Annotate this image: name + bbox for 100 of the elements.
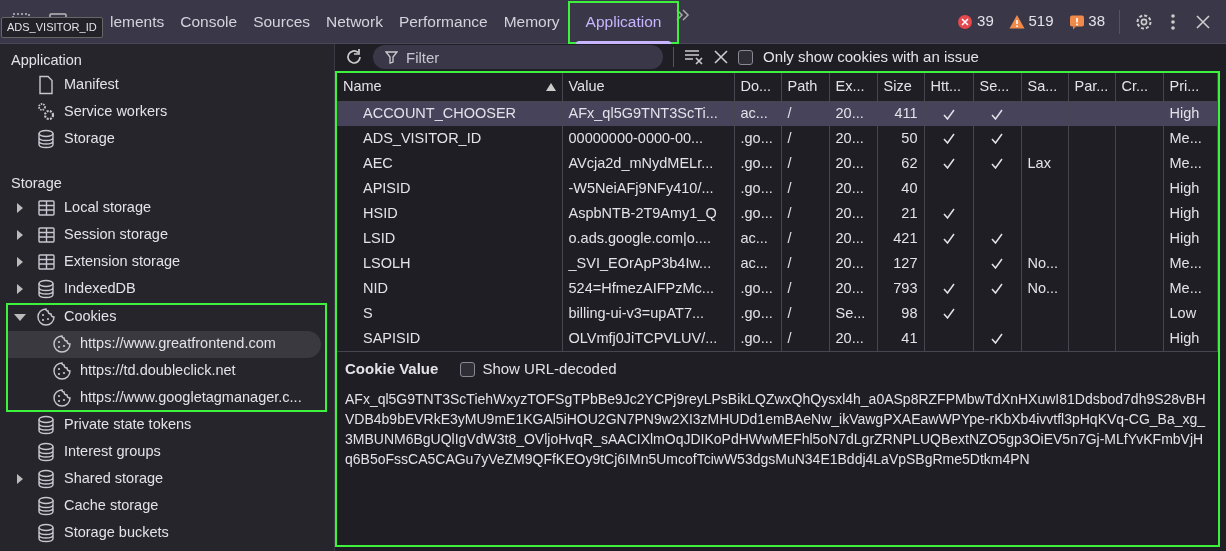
column-header[interactable]: Se...	[973, 73, 1021, 101]
sidebar-item[interactable]: Extension storage	[0, 248, 334, 276]
sidebar-item[interactable]: Session storage	[0, 221, 334, 249]
issue-icon[interactable]	[1068, 13, 1085, 30]
database-icon	[36, 469, 56, 489]
more-tabs-icon[interactable]	[675, 7, 692, 22]
column-header[interactable]: Name	[337, 73, 562, 101]
tab[interactable]: Network	[318, 0, 391, 44]
tab[interactable]: Memory	[495, 0, 568, 44]
table-cell: 524=HfmezAIFPzMc...	[562, 276, 734, 301]
decode-checkbox[interactable]	[459, 361, 475, 377]
sidebar-item[interactable]: Storage buckets	[0, 519, 334, 547]
section-title: Storage	[10, 173, 63, 193]
sort-ascending-icon[interactable]	[545, 82, 556, 91]
column-header[interactable]: Value	[562, 73, 734, 101]
column-header[interactable]: Path	[781, 73, 829, 101]
table-cell: .go...	[734, 326, 781, 351]
sidebar-item[interactable]: Storage	[0, 125, 334, 153]
cookie-icon	[36, 307, 56, 327]
column-header[interactable]: Ex...	[829, 73, 877, 101]
sidebar-item[interactable]: https://www.greatfrontend.com	[6, 330, 321, 358]
more-menu-icon[interactable]	[1170, 12, 1176, 31]
table-cell: 20...	[829, 326, 877, 351]
database-icon	[36, 496, 56, 516]
column-header[interactable]: Sa...	[1021, 73, 1068, 101]
table-row[interactable]: APISID -W5NeiAFj9NFy410/... .go... / 20... 40 High	[337, 176, 1218, 201]
table-cell: SAPISID	[337, 326, 562, 351]
column-header[interactable]: Cr...	[1115, 73, 1163, 101]
sidebar-item[interactable]: Interest groups	[0, 438, 334, 466]
sidebar-item[interactable]: IndexedDB	[0, 275, 334, 303]
table-row[interactable]: LSID o.ads.google.com|o.... ac... / 20... 421 High	[337, 226, 1218, 251]
error-icon[interactable]	[957, 13, 974, 30]
collapse-arrow-icon[interactable]	[14, 311, 26, 323]
clear-all-icon[interactable]	[684, 49, 704, 65]
table-cell: /	[781, 176, 829, 201]
table-cell: .go...	[734, 126, 781, 151]
table-row[interactable]: S billing-ui-v3=upAT7... .go... / Se... 98 Low	[337, 301, 1218, 326]
checkbox-label: Only show cookies with an issue	[763, 46, 979, 67]
sidebar-item[interactable]: https://td.doubleclick.net	[6, 357, 327, 385]
table-row[interactable]: ADS_VISITOR_ID 00000000-0000-00... .go... / 20... 50 Me...	[337, 126, 1218, 151]
sidebar-item[interactable]: Cookies	[6, 303, 327, 331]
sidebar-item[interactable]: Local storage	[0, 194, 334, 222]
table-cell: ACCOUNT_CHOOSER	[337, 101, 562, 126]
tab[interactable]: Application	[567, 0, 680, 44]
table-cell: LSID	[337, 226, 562, 251]
table-row[interactable]: ACCOUNT_CHOOSER AFx_ql5G9TNT3ScTi... ac... / 20... 411 High	[337, 101, 1218, 126]
table-cell: 20...	[829, 151, 877, 176]
tab[interactable]: Sources	[245, 0, 319, 44]
sidebar-item[interactable]: Private state tokens	[0, 411, 334, 439]
issue-checkbox[interactable]	[738, 49, 753, 65]
column-header[interactable]: Par...	[1068, 73, 1115, 101]
table-cell: APISID	[337, 176, 562, 201]
filter-field[interactable]: Filter	[373, 45, 663, 69]
table-cell: 21	[877, 201, 924, 226]
sidebar-item[interactable]: Manifest	[0, 71, 334, 99]
table-cell: 98	[877, 301, 924, 326]
table-cell: Lax	[1021, 151, 1068, 176]
table-cell: .go...	[734, 301, 781, 326]
sidebar-item[interactable]: Shared storage	[0, 465, 334, 493]
table-cell: ac...	[734, 226, 781, 251]
close-icon[interactable]	[1196, 14, 1210, 29]
column-header[interactable]: Do...	[734, 73, 781, 101]
table-row[interactable]: AEC AVcja2d_mNydMELr... .go... / 20... 62 Lax Me...	[337, 151, 1218, 176]
table-cell: 20...	[829, 176, 877, 201]
table-cell: High	[1163, 176, 1218, 201]
filter-icon	[385, 51, 398, 64]
table-cell: Me...	[1163, 151, 1218, 176]
tab[interactable]: Console	[172, 0, 246, 44]
gears-icon	[36, 102, 56, 123]
table-cell: /	[781, 251, 829, 276]
table-cell: High	[1163, 326, 1218, 351]
cookie-icon	[52, 388, 72, 408]
delete-icon[interactable]	[714, 50, 728, 64]
table-cell: AEC	[337, 151, 562, 176]
column-header[interactable]: Pri...	[1163, 73, 1218, 101]
table-cell: 62	[877, 151, 924, 176]
database-icon	[36, 442, 56, 462]
tab[interactable]: Performance	[390, 0, 496, 44]
table-row[interactable]: HSID AspbNTB-2T9Amy1_Q .go... / 20... 21 High	[337, 201, 1218, 226]
panel-title: Cookie Value	[345, 359, 439, 379]
table-row[interactable]: NID 524=HfmezAIFPzMc... .go... / 20... 793 No... Me...	[337, 276, 1218, 301]
sidebar-item[interactable]: Service workers	[0, 98, 334, 126]
database-icon	[36, 279, 56, 299]
warning-icon[interactable]	[1008, 13, 1025, 30]
column-header[interactable]: Size	[877, 73, 924, 101]
column-header[interactable]: Htt...	[924, 73, 973, 101]
table-cell: Me...	[1163, 251, 1218, 276]
table-icon	[36, 198, 56, 218]
table-cell: 20...	[829, 201, 877, 226]
table-cell: /	[781, 201, 829, 226]
table-row[interactable]: SAPISID OLVmfj0JiTCPVLUV/... .go... / 20... 41 High	[337, 326, 1218, 351]
cookie-icon	[52, 361, 72, 381]
cookie-icon	[52, 334, 72, 354]
database-icon	[36, 129, 56, 150]
table-cell: ac...	[734, 251, 781, 276]
table-row[interactable]: LSOLH _SVI_EOrApP3b4Iw... ac... / 20... 127 No... Me...	[337, 251, 1218, 276]
sidebar-item[interactable]: Cache storage	[0, 492, 334, 520]
refresh-icon[interactable]	[345, 48, 363, 66]
tab[interactable]: lements	[110, 0, 173, 44]
sidebar-item[interactable]: https://www.googletagmanager.c...	[6, 384, 327, 412]
